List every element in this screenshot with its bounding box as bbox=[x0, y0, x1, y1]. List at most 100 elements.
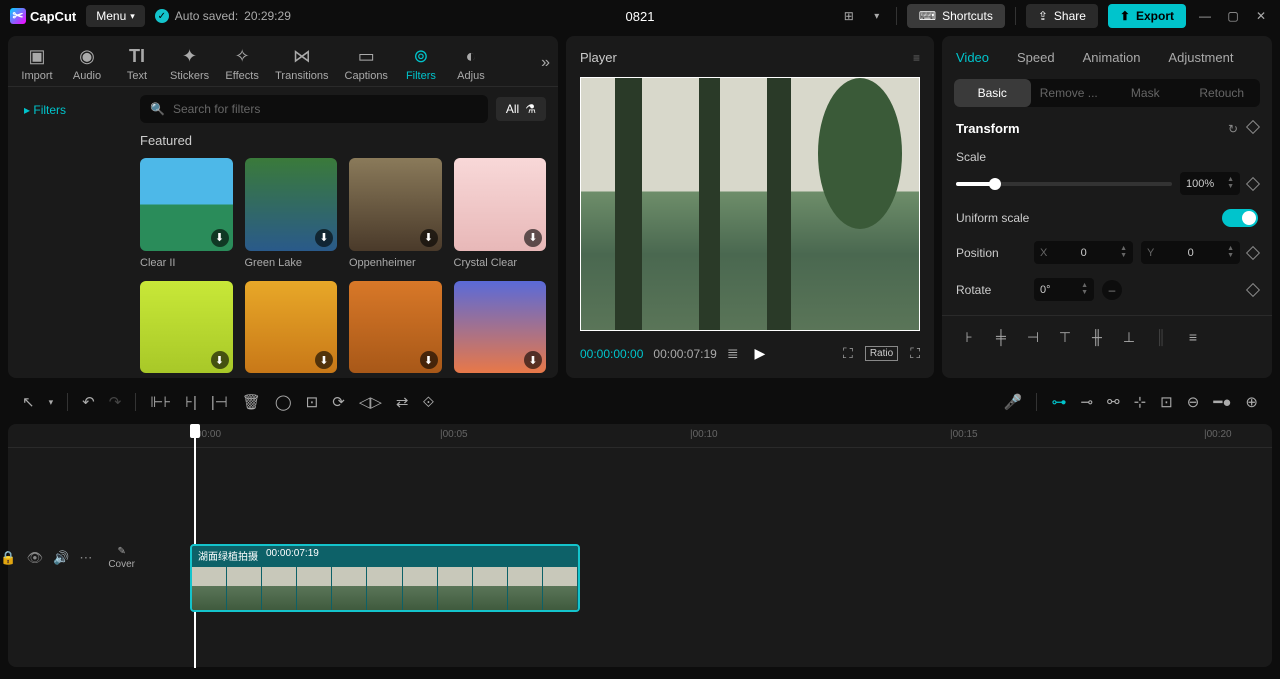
stepper-icon[interactable]: ▲▼ bbox=[1227, 177, 1234, 190]
timeline-ruler[interactable]: 00:00 |00:05 |00:10 |00:15 |00:20 bbox=[8, 424, 1272, 448]
fullscreen-icon[interactable]: ⛶ bbox=[910, 345, 920, 362]
redo-button[interactable]: ↷ bbox=[109, 393, 122, 411]
maximize-button[interactable]: ▢ bbox=[1224, 7, 1242, 25]
filter-item[interactable]: ⬇ bbox=[349, 281, 442, 374]
pos-x-input[interactable]: X 0 ▲▼ bbox=[1034, 241, 1133, 264]
subtab-remove[interactable]: Remove ... bbox=[1031, 79, 1108, 107]
trim-right-tool[interactable]: |⊣ bbox=[211, 393, 228, 411]
playhead-handle[interactable] bbox=[190, 424, 200, 438]
download-icon[interactable]: ⬇ bbox=[524, 229, 542, 247]
link-toggle[interactable]: ⊸ bbox=[1080, 393, 1093, 411]
subtab-retouch[interactable]: Retouch bbox=[1184, 79, 1261, 107]
rotate-input[interactable]: 0° ▲▼ bbox=[1034, 278, 1094, 301]
tab-adjustment[interactable]: ◐Adjus bbox=[446, 42, 496, 86]
split-tool[interactable]: ⊩⊦ bbox=[150, 393, 171, 411]
eye-icon[interactable]: 👁 bbox=[27, 550, 44, 566]
share-button[interactable]: ⇪ Share bbox=[1026, 4, 1098, 28]
download-icon[interactable]: ⬇ bbox=[211, 351, 229, 369]
video-clip[interactable]: 湖面绿植拍摄 00:00:07:19 bbox=[190, 544, 580, 612]
keyframe-icon[interactable] bbox=[1246, 176, 1260, 190]
stepper-icon[interactable]: ▲▼ bbox=[1081, 283, 1088, 296]
mark-tool[interactable]: ◯ bbox=[275, 393, 292, 411]
reset-icon[interactable]: ↻ bbox=[1228, 122, 1238, 136]
tab-filters[interactable]: ⊚Filters bbox=[396, 42, 446, 86]
layout-icon[interactable]: ⊞ bbox=[840, 7, 858, 25]
keyframe-icon[interactable] bbox=[1246, 245, 1260, 259]
tab-adjustment[interactable]: Adjustment bbox=[1154, 36, 1247, 79]
stepper-icon[interactable]: ▲▼ bbox=[1227, 246, 1234, 259]
delete-tool[interactable]: 🗑 bbox=[242, 393, 261, 411]
player-canvas[interactable] bbox=[580, 77, 920, 331]
tab-import[interactable]: ▣Import bbox=[12, 42, 62, 86]
download-icon[interactable]: ⬇ bbox=[315, 351, 333, 369]
ripple-icon[interactable]: ⊹ bbox=[1134, 393, 1147, 411]
filter-item[interactable]: ⬇ bbox=[245, 281, 338, 374]
tab-transitions[interactable]: ⋈Transitions bbox=[267, 42, 336, 86]
all-filter-button[interactable]: All ⚗ bbox=[496, 97, 546, 121]
more-icon[interactable]: ⋯ bbox=[79, 550, 92, 566]
zoom-slider[interactable]: ━● bbox=[1213, 393, 1231, 411]
mirror-tool[interactable]: ◁▷ bbox=[359, 393, 382, 411]
download-icon[interactable]: ⬇ bbox=[315, 229, 333, 247]
zoom-out-icon[interactable]: ⊖ bbox=[1187, 393, 1200, 411]
export-button[interactable]: ⬆ Export bbox=[1108, 4, 1186, 28]
filters-category[interactable]: ▸ Filters bbox=[16, 97, 120, 123]
chain-icon[interactable]: ⚯ bbox=[1107, 393, 1120, 411]
close-button[interactable]: ✕ bbox=[1252, 7, 1270, 25]
mirror-button[interactable]: – bbox=[1102, 280, 1122, 300]
align-right-icon[interactable]: ⊣ bbox=[1020, 324, 1046, 350]
download-icon[interactable]: ⬇ bbox=[524, 351, 542, 369]
stepper-icon[interactable]: ▲▼ bbox=[1120, 246, 1127, 259]
filter-item[interactable]: ⬇ Clear II bbox=[140, 158, 233, 269]
scan-icon[interactable]: ⛶ bbox=[843, 345, 853, 362]
filter-item[interactable]: ⬇ Crystal Clear bbox=[454, 158, 547, 269]
align-left-icon[interactable]: ⊦ bbox=[956, 324, 982, 350]
select-tool[interactable]: ↖ bbox=[22, 393, 35, 411]
keyframe-icon[interactable] bbox=[1246, 119, 1260, 133]
shortcuts-button[interactable]: ⌨ Shortcuts bbox=[907, 4, 1005, 28]
volume-icon[interactable]: 🔊 bbox=[53, 550, 69, 566]
swap-tool[interactable]: ⇄ bbox=[396, 393, 409, 411]
timeline-tracks[interactable]: 湖面绿植拍摄 00:00:07:19 bbox=[143, 448, 1272, 667]
rotate-tool[interactable]: ⟳ bbox=[332, 393, 345, 411]
crop-tool[interactable]: ⟐ bbox=[422, 394, 434, 411]
download-icon[interactable]: ⬇ bbox=[420, 351, 438, 369]
filter-item[interactable]: ⬇ bbox=[140, 281, 233, 374]
tab-effects[interactable]: ✧Effects bbox=[217, 42, 267, 86]
chevron-down-icon[interactable]: ▾ bbox=[49, 397, 54, 408]
tab-speed[interactable]: Speed bbox=[1003, 36, 1069, 79]
align-bottom-icon[interactable]: ⊥ bbox=[1116, 324, 1142, 350]
filter-item[interactable]: ⬇ Oppenheimer bbox=[349, 158, 442, 269]
ratio-button[interactable]: Ratio bbox=[865, 346, 898, 361]
align-center-h-icon[interactable]: ╪ bbox=[988, 324, 1014, 350]
preview-icon[interactable]: ⊡ bbox=[1160, 393, 1173, 411]
pos-y-input[interactable]: Y 0 ▲▼ bbox=[1141, 241, 1240, 264]
minimize-button[interactable]: — bbox=[1196, 7, 1214, 25]
zoom-in-icon[interactable]: ⊕ bbox=[1245, 393, 1258, 411]
more-tabs-button[interactable]: » bbox=[541, 54, 550, 72]
tab-text[interactable]: TIText bbox=[112, 42, 162, 86]
align-top-icon[interactable]: ⊤ bbox=[1052, 324, 1078, 350]
tab-video[interactable]: Video bbox=[942, 36, 1003, 79]
subtab-mask[interactable]: Mask bbox=[1107, 79, 1184, 107]
scale-slider[interactable] bbox=[956, 182, 1172, 186]
list-icon[interactable]: ≣ bbox=[727, 345, 739, 362]
undo-button[interactable]: ↶ bbox=[82, 393, 95, 411]
play-button[interactable]: ▶ bbox=[755, 345, 766, 362]
player-menu-icon[interactable]: ≡ bbox=[913, 51, 920, 65]
distribute-icon[interactable]: ║ bbox=[1148, 324, 1174, 350]
trim-left-tool[interactable]: ⊦| bbox=[185, 393, 197, 411]
cover-button[interactable]: ✎ Cover bbox=[108, 546, 135, 570]
more-icon[interactable]: ≡ bbox=[1180, 324, 1206, 350]
mic-icon[interactable]: 🎤 bbox=[1004, 393, 1023, 411]
tab-audio[interactable]: ◉Audio bbox=[62, 42, 112, 86]
download-icon[interactable]: ⬇ bbox=[420, 229, 438, 247]
snap-toggle[interactable]: ⊶ bbox=[1051, 393, 1066, 411]
menu-button[interactable]: Menu ▾ bbox=[86, 5, 145, 27]
download-icon[interactable]: ⬇ bbox=[211, 229, 229, 247]
search-input[interactable]: 🔍 Search for filters bbox=[140, 95, 488, 123]
align-center-v-icon[interactable]: ╫ bbox=[1084, 324, 1110, 350]
lock-icon[interactable]: 🔒 bbox=[0, 550, 16, 566]
duplicate-tool[interactable]: ⊡ bbox=[306, 393, 319, 411]
tab-stickers[interactable]: ✦Stickers bbox=[162, 42, 217, 86]
